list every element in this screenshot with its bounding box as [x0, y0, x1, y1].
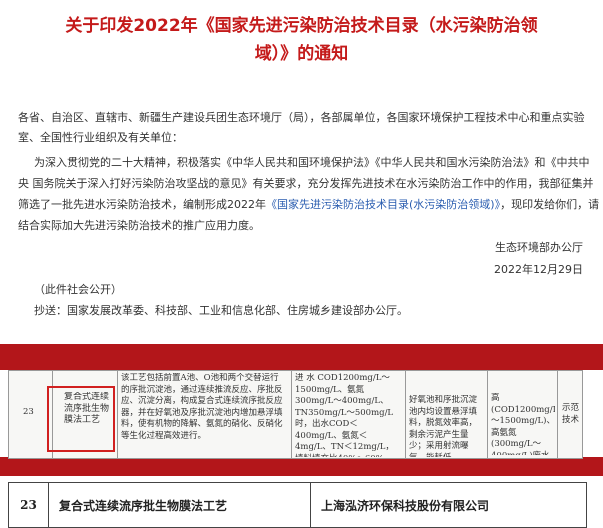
row-number: 23 [23, 407, 34, 417]
col-divider [405, 371, 406, 458]
addressee-line2: 室、全国性行业组织及有关单位： [18, 131, 183, 144]
red-band-bottom [0, 457, 603, 476]
summary-table-row: 23 复合式连续流序批生物膜法工艺 上海泓济环保科技股份有限公司 [8, 482, 587, 528]
cc-line: 抄送：国家发展改革委、科技部、工业和信息化部、住房城乡建设部办公厅。 [34, 304, 408, 317]
addressee-line1: 各省、自治区、直辖市、新疆生产建设兵团生态环境厅（局），各部属单位，各国家环境保… [18, 111, 585, 124]
signer: 生态环境部办公厅 [495, 241, 583, 254]
summary-row-number: 23 [20, 498, 37, 512]
col-divider [291, 371, 292, 458]
summary-company: 上海泓济环保科技股份有限公司 [321, 498, 490, 513]
col-divider [310, 483, 311, 527]
body-line1: 为深入贯彻党的二十大精神，积极落实《中华人民共和国环境保护法》《中华人民共和国水… [34, 156, 590, 169]
public-note: （此件社会公开） [34, 283, 122, 296]
col-divider [117, 371, 118, 458]
catalog-link[interactable]: 《国家先进污染防治技术目录(水污染防治领域)》 [266, 198, 500, 211]
col-divider [557, 371, 558, 458]
highlight-box [47, 386, 115, 452]
body-line3: 筛选了一批先进水污染防治技术，编制形成2022年《国家先进污染防治技术目录(水污… [18, 197, 599, 212]
issue-date: 2022年12月29日 [494, 263, 583, 276]
technology-features: 好氧池和序批沉淀池内均设置悬浮填料，脱氮效率高，剩余污泥产生量少；采用射流曝气，… [409, 395, 478, 457]
technology-category: 示范技术 [562, 403, 580, 425]
notice-title-line1: 关于印发2022年《国家先进污染防治技术目录（水污染防治领 [65, 16, 538, 36]
technology-description: 该工艺包括前置A池、O池和两个交替运行的序批沉淀池，通过连续推流反应、序批反应、… [121, 373, 283, 441]
body-line3-text-b: ，现印发给你们，请 [500, 198, 600, 211]
notice-title-line2: 域）》的通知 [254, 44, 349, 64]
red-band-top [0, 344, 603, 370]
col-divider [487, 371, 488, 458]
body-line3-text-a: 筛选了一批先进水污染防治技术，编制形成2022年 [18, 198, 266, 211]
summary-technology-name: 复合式连续流序批生物膜法工艺 [59, 498, 228, 513]
col-divider [48, 483, 49, 527]
body-line4: 结合实际加大先进污染防治技术的推广应用力度。 [18, 219, 260, 232]
performance-indicators: 进 水 COD1200mg/L～1500mg/L、氨氮300mg/L～400mg… [295, 373, 394, 457]
body-line2: 央 国务院关于深入打好污染防治攻坚战的意见》有关要求，充分发挥先进技术在水污染防… [18, 177, 594, 190]
application-scope: 高(COD1200mg/L～1500mg/L)、高氨氮(300mg/L～400m… [491, 393, 555, 455]
